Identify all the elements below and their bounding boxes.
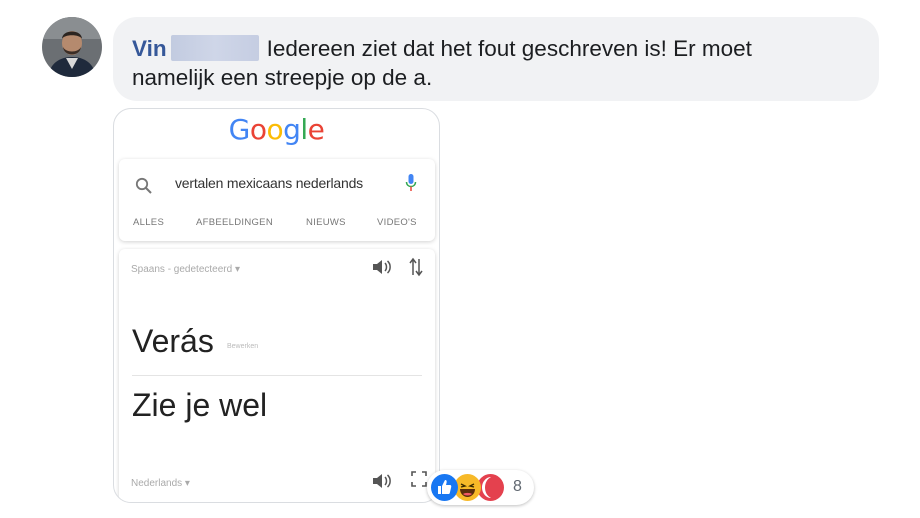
translated-word: Zie je wel <box>132 387 268 423</box>
google-logo-letter: o <box>266 113 284 146</box>
expand-icon <box>411 471 427 492</box>
angry-icon <box>477 474 504 501</box>
avatar[interactable] <box>42 17 102 77</box>
comment-bubble: Vin Iedereen ziet dat het fout geschreven… <box>113 17 879 101</box>
edit-label: Bewerken <box>227 343 259 350</box>
tab-nieuws: NIEUWS <box>306 217 346 228</box>
speaker-icon <box>372 473 392 494</box>
tab-afbeeldingen: AFBEELDINGEN <box>196 217 273 228</box>
reaction-count: 8 <box>513 478 522 495</box>
translation-card: Spaans - gedetecteerd ▾ Verás Bewerken Z… <box>119 249 435 502</box>
google-logo-letter: e <box>307 113 325 146</box>
swap-icon <box>409 257 423 282</box>
target-language: Nederlands ▾ <box>131 478 190 489</box>
speaker-icon <box>372 259 392 280</box>
google-search-box: vertalen mexicaans nederlands ALLES AFBE… <box>119 159 435 241</box>
google-logo-letter: G <box>228 113 251 146</box>
attached-image[interactable]: Google vertalen mexicaans nederlands ALL… <box>113 108 440 503</box>
comment-text-line-1: Iedereen ziet dat het fout geschreven is… <box>266 36 752 61</box>
search-tabs: ALLES AFBEELDINGEN NIEUWS VIDEO'S <box>119 217 435 237</box>
reactions-summary[interactable]: 8 <box>427 470 534 505</box>
google-logo: Google <box>114 113 439 146</box>
redacted-name <box>170 35 259 61</box>
haha-icon <box>454 474 481 501</box>
divider <box>132 375 422 376</box>
tab-alles: ALLES <box>133 217 165 228</box>
google-logo-letter: l <box>300 113 308 146</box>
microphone-icon <box>405 173 417 198</box>
google-logo-letter: g <box>283 113 301 146</box>
comment-line-1: Vin Iedereen ziet dat het fout geschreven… <box>132 34 859 63</box>
search-icon <box>135 177 153 200</box>
google-logo-letter: o <box>249 113 267 146</box>
search-query: vertalen mexicaans nederlands <box>175 175 363 191</box>
comment-author-link[interactable]: Vin <box>132 36 167 61</box>
comment-text-line-2: namelijk een streepje op de a. <box>132 65 433 90</box>
tab-videos: VIDEO'S <box>377 217 417 228</box>
source-language: Spaans - gedetecteerd ▾ <box>131 264 240 275</box>
source-word: Verás <box>132 323 214 359</box>
like-icon <box>431 474 458 501</box>
